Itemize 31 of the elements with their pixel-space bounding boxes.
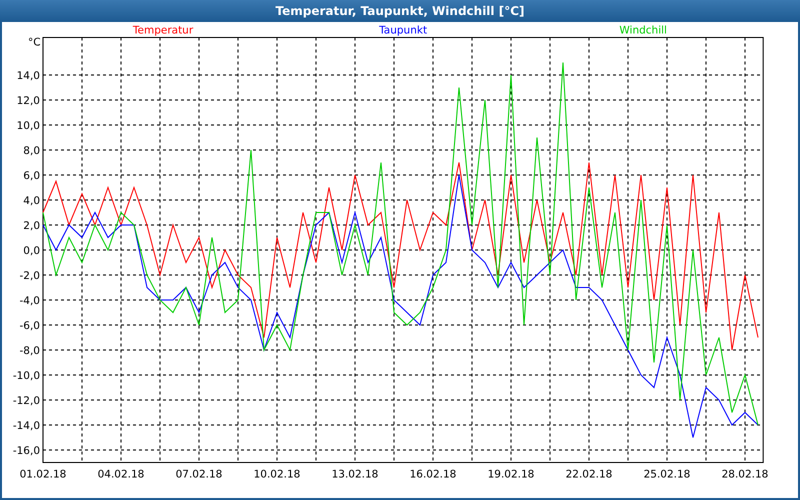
x-tick-label: 01.02.18 bbox=[20, 468, 66, 480]
x-tick-label: 04.02.18 bbox=[98, 468, 144, 480]
x-tick-label: 10.02.18 bbox=[254, 468, 300, 480]
y-tick-label: 4,0 bbox=[23, 195, 40, 207]
y-tick-label: -16,0 bbox=[12, 445, 40, 457]
x-tick-label: 07.02.18 bbox=[176, 468, 222, 480]
x-tick-label: 19.02.18 bbox=[488, 468, 534, 480]
y-tick-label: 8,0 bbox=[23, 145, 40, 157]
window-title: Temperatur, Taupunkt, Windchill [°C] bbox=[0, 0, 800, 22]
y-tick-label: -14,0 bbox=[12, 420, 40, 432]
y-tick-label: -6,0 bbox=[20, 320, 40, 332]
y-tick-label: -12,0 bbox=[12, 395, 40, 407]
x-tick-label: 28.02.18 bbox=[722, 468, 768, 480]
y-tick-label: 2,0 bbox=[23, 220, 40, 232]
y-tick-label: 6,0 bbox=[23, 170, 40, 182]
y-tick-label: -2,0 bbox=[20, 270, 40, 282]
axis-unit: °C bbox=[28, 36, 41, 48]
x-tick-label: 13.02.18 bbox=[332, 468, 378, 480]
x-tick-label: 22.02.18 bbox=[566, 468, 612, 480]
legend-label: Temperatur bbox=[132, 24, 194, 36]
legend-label: Windchill bbox=[619, 24, 667, 36]
y-tick-label: 10,0 bbox=[16, 120, 40, 132]
x-tick-label: 16.02.18 bbox=[410, 468, 456, 480]
legend-label: Taupunkt bbox=[379, 24, 428, 36]
y-tick-label: 14,0 bbox=[16, 70, 40, 82]
y-tick-label: -4,0 bbox=[20, 295, 40, 307]
x-tick-label: 25.02.18 bbox=[644, 468, 690, 480]
y-tick-label: 12,0 bbox=[16, 95, 40, 107]
y-tick-label: -8,0 bbox=[20, 345, 40, 357]
y-tick-label: -10,0 bbox=[12, 370, 40, 382]
y-tick-label: 0,0 bbox=[23, 245, 40, 257]
